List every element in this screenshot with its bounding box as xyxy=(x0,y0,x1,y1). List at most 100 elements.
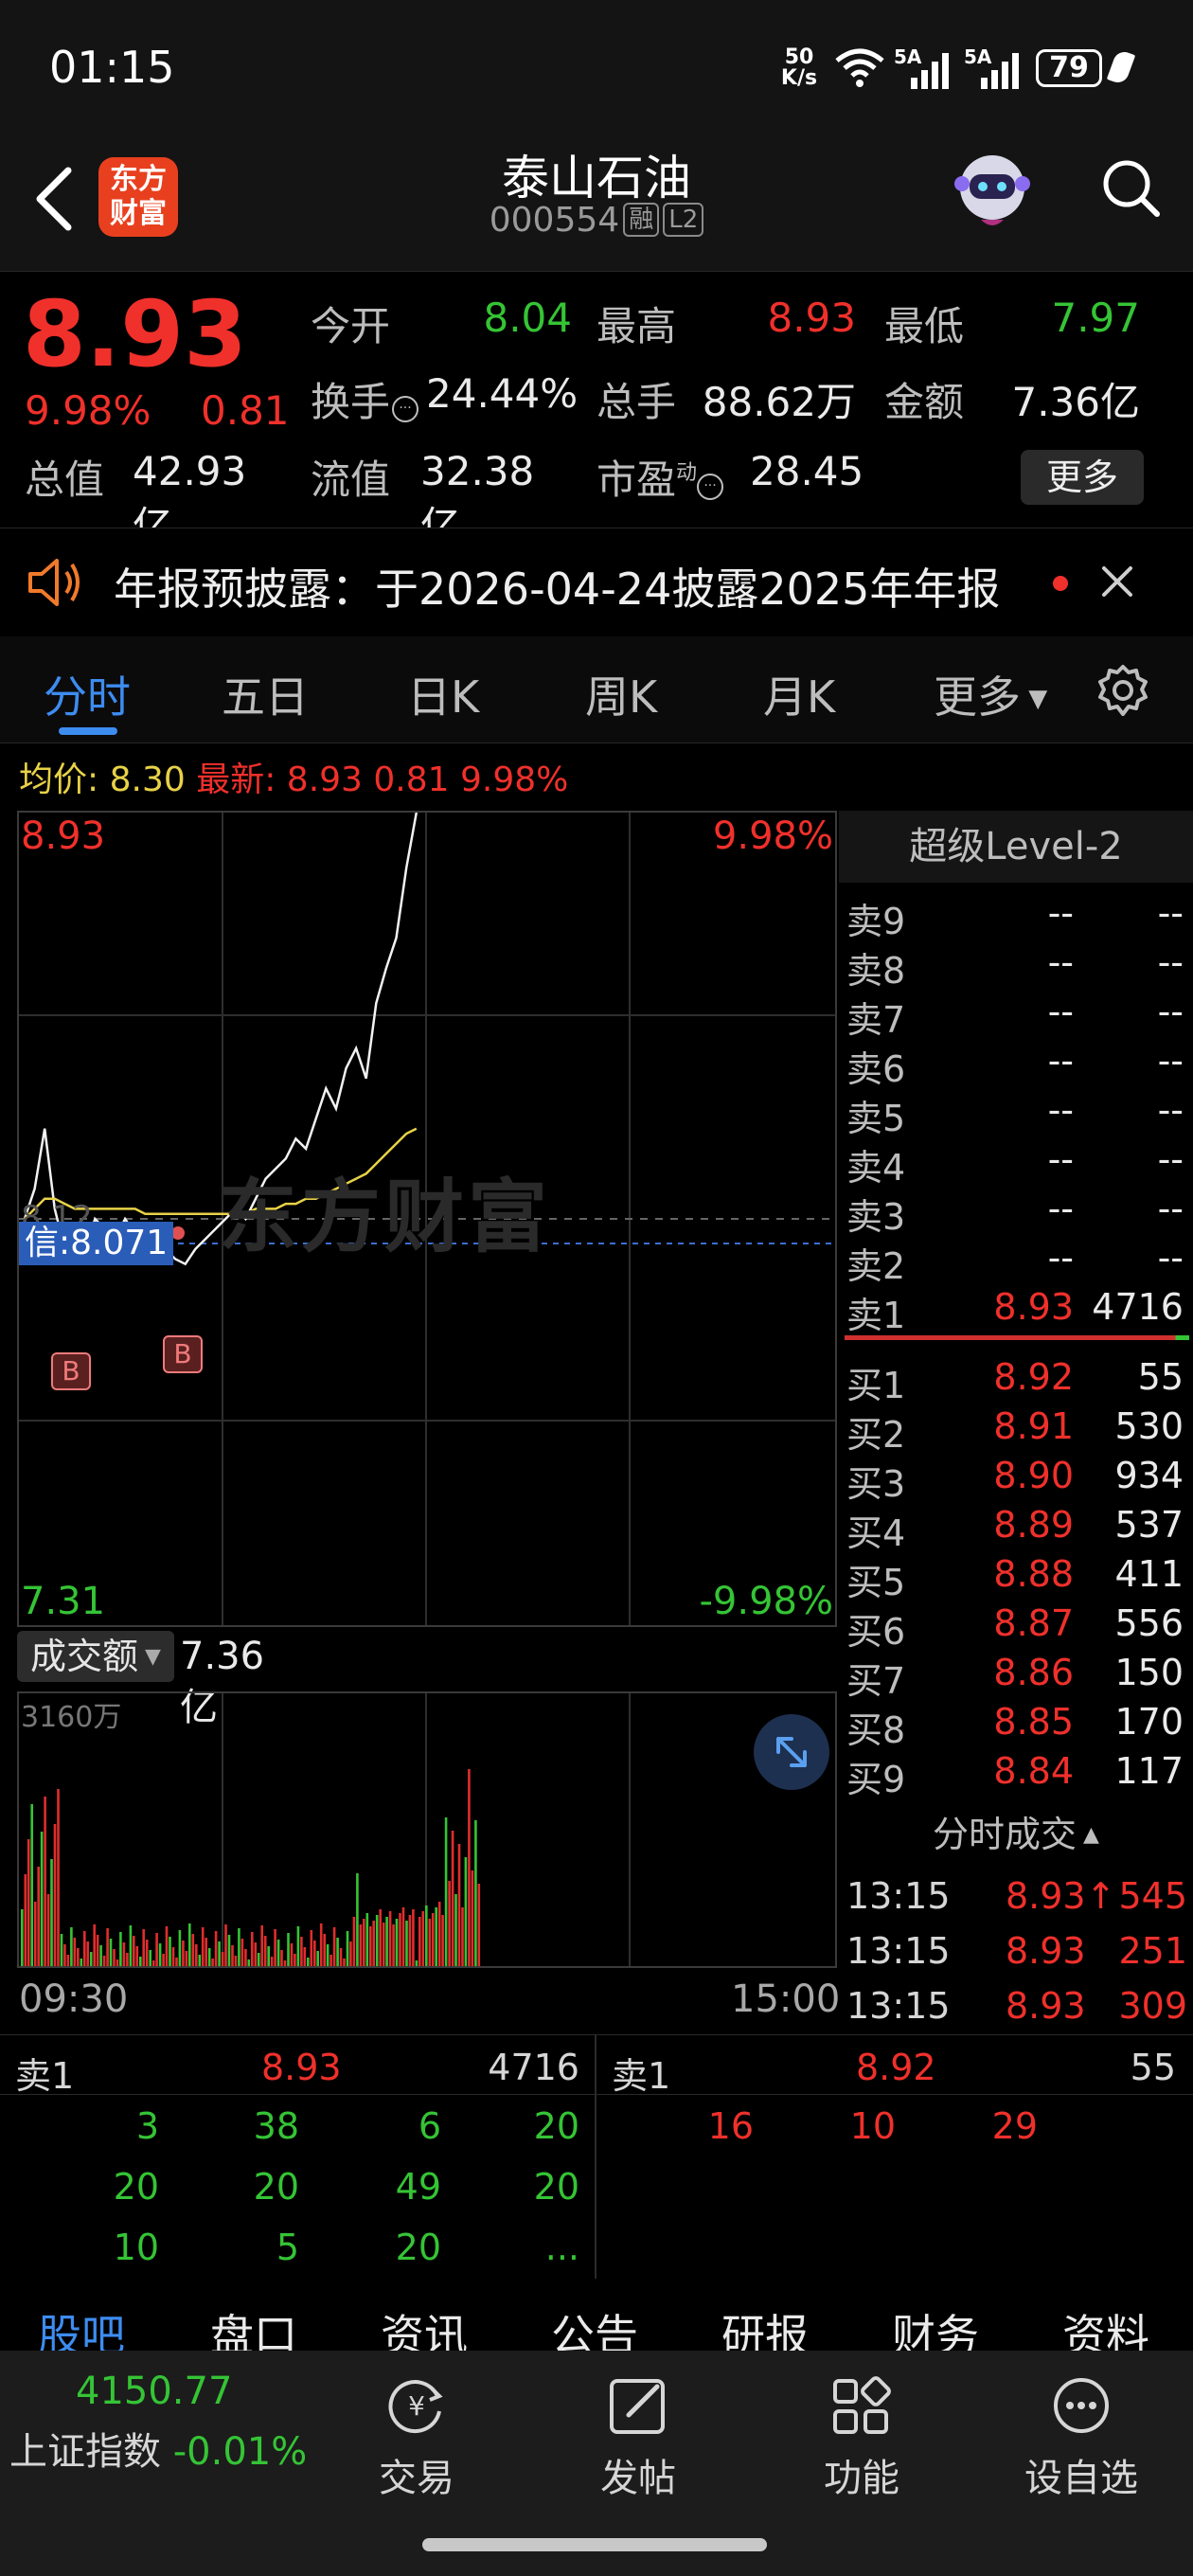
bid-row[interactable]: 买8 8.85 170 xyxy=(846,1701,1187,1751)
volume-bar xyxy=(310,1930,313,1966)
grid-icon xyxy=(833,2376,891,2434)
home-indicator[interactable] xyxy=(422,2538,767,2551)
order-book-title[interactable]: 超级Level-2 xyxy=(839,811,1193,883)
tab-finance[interactable]: 财务 xyxy=(892,2301,979,2351)
current-price: 8.93 xyxy=(23,281,247,387)
speaker-icon xyxy=(28,559,80,606)
tab-guba[interactable]: 股吧 xyxy=(38,2301,125,2351)
index-widget[interactable]: 4150.77 上证指数 -0.01% xyxy=(0,2351,312,2474)
volume-bar xyxy=(437,1902,441,1966)
ask-row[interactable]: 卖2 -- -- xyxy=(846,1237,1187,1287)
volume-bar xyxy=(151,1960,155,1966)
volume-bar xyxy=(435,1907,437,1966)
volume-bar xyxy=(319,1923,323,1966)
volume-bar xyxy=(428,1919,432,1966)
more-button[interactable]: 更多 xyxy=(1021,450,1144,505)
tab-five-day[interactable]: 五日 xyxy=(222,663,309,725)
volume-bar xyxy=(251,1932,254,1966)
volume-bar xyxy=(80,1959,83,1966)
info-icon[interactable]: ··· xyxy=(392,396,419,422)
volume-bar xyxy=(70,1927,73,1966)
sell-queue-item: ... xyxy=(544,2227,579,2268)
book-divider xyxy=(845,1335,1189,1340)
ask-row[interactable]: 卖6 -- -- xyxy=(846,1040,1187,1090)
tab-pankou[interactable]: 盘口 xyxy=(210,2301,297,2351)
turnover-value: 24.44% xyxy=(426,370,579,417)
buy-marker[interactable]: B xyxy=(163,1335,203,1373)
notice-bar[interactable]: 年报预披露：于2026-04-24披露2025年年报 xyxy=(0,528,1193,638)
bid-row[interactable]: 买2 8.91 530 xyxy=(846,1405,1187,1456)
bid-row[interactable]: 买5 8.88 411 xyxy=(846,1553,1187,1603)
bid-row[interactable]: 买6 8.87 556 xyxy=(846,1602,1187,1653)
assistant-robot-icon[interactable] xyxy=(947,146,1038,237)
chart-top-price: 8.93 xyxy=(21,814,106,858)
volume-bar xyxy=(224,1924,227,1966)
volume-bar xyxy=(99,1945,102,1966)
ask-row[interactable]: 卖1 8.93 4716 xyxy=(846,1286,1187,1336)
latest-change: 0.81 xyxy=(373,760,450,799)
volume-type-dropdown[interactable]: 成交额 ▼ xyxy=(17,1631,174,1682)
ask-row[interactable]: 卖8 -- -- xyxy=(846,941,1187,992)
ask-row[interactable]: 卖9 -- -- xyxy=(846,892,1187,942)
ask-row[interactable]: 卖7 -- -- xyxy=(846,991,1187,1041)
settings-gear-icon[interactable] xyxy=(1095,663,1151,720)
volume-bar xyxy=(415,1960,418,1966)
change-percent: 9.98% xyxy=(25,387,151,434)
volume-bar xyxy=(145,1940,149,1966)
open-label: 今开 xyxy=(311,303,391,349)
nav-add-watchlist[interactable]: 设自选 xyxy=(1006,2351,1157,2502)
bid-row[interactable]: 买9 8.84 117 xyxy=(846,1750,1187,1800)
volume-value: 88.62万 xyxy=(702,379,856,425)
bid-row[interactable]: 买4 8.89 537 xyxy=(846,1504,1187,1554)
bid-row[interactable]: 买3 8.90 934 xyxy=(846,1455,1187,1505)
close-icon[interactable] xyxy=(1098,563,1136,600)
tab-research[interactable]: 研报 xyxy=(721,2301,809,2351)
dropdown-icon: ▼ xyxy=(1021,685,1048,713)
open-value: 8.04 xyxy=(483,295,572,341)
bid-row[interactable]: 买1 8.92 55 xyxy=(846,1356,1187,1406)
volume-bar xyxy=(356,1873,359,1966)
volume-label: 总手 xyxy=(596,379,677,425)
ask-row[interactable]: 卖3 -- -- xyxy=(846,1188,1187,1238)
chart-bottom-price: 7.31 xyxy=(21,1580,106,1623)
tab-news[interactable]: 资讯 xyxy=(381,2301,468,2351)
volume-bar xyxy=(382,1923,385,1966)
buy-marker[interactable]: B xyxy=(51,1352,91,1390)
tab-daily-k[interactable]: 日K xyxy=(407,663,479,725)
ask-row[interactable]: 卖5 -- -- xyxy=(846,1089,1187,1139)
ticks-title[interactable]: 分时成交 ▲ xyxy=(839,1805,1193,1857)
notice-text: 年报预披露：于2026-04-24披露2025年年报 xyxy=(114,564,1001,615)
info-icon[interactable]: ··· xyxy=(697,474,724,500)
volume-bar xyxy=(238,1928,240,1966)
expand-icon[interactable] xyxy=(754,1714,829,1790)
stock-header: 东方 财富 泰山石油 000554 融 L2 xyxy=(0,133,1193,272)
volume-bar xyxy=(106,1928,109,1966)
tab-profile[interactable]: 资料 xyxy=(1062,2301,1149,2351)
amount-label: 金额 xyxy=(884,379,965,425)
amount-value: 7.36亿 xyxy=(1011,379,1140,425)
signal-label[interactable]: 信:8.071 xyxy=(19,1222,174,1265)
volume-bar xyxy=(169,1937,171,1966)
volume-bar xyxy=(270,1957,274,1966)
volume-bar xyxy=(149,1950,151,1966)
nav-functions[interactable]: 功能 xyxy=(786,2351,937,2502)
bid-row[interactable]: 买7 8.86 150 xyxy=(846,1652,1187,1702)
tab-weekly-k[interactable]: 周K xyxy=(585,663,657,725)
tab-announcements[interactable]: 公告 xyxy=(551,2301,638,2351)
volume-bar xyxy=(142,1929,145,1966)
volume-bar xyxy=(359,1924,363,1966)
volume-bar xyxy=(201,1927,205,1966)
nav-trade[interactable]: ¥ 交易 xyxy=(341,2351,492,2502)
tab-intraday[interactable]: 分时 xyxy=(44,663,131,725)
tab-monthly-k[interactable]: 月K xyxy=(763,663,835,725)
volume-bar xyxy=(418,1917,421,1966)
search-icon[interactable] xyxy=(1098,150,1165,225)
signal-icon-2: 5A xyxy=(964,45,1023,89)
ask-row[interactable]: 卖4 -- -- xyxy=(846,1138,1187,1189)
tab-more[interactable]: 更多 ▼ xyxy=(934,663,1047,725)
volume-bar xyxy=(227,1935,231,1966)
volume-bar xyxy=(421,1911,425,1966)
pe-value: 28.45 xyxy=(750,448,864,494)
nav-post[interactable]: 发帖 xyxy=(562,2351,714,2502)
intraday-chart[interactable]: 东方财富 8.93 9.98% 8.12 7.31 -9.98% 信:8.071… xyxy=(17,811,837,1627)
